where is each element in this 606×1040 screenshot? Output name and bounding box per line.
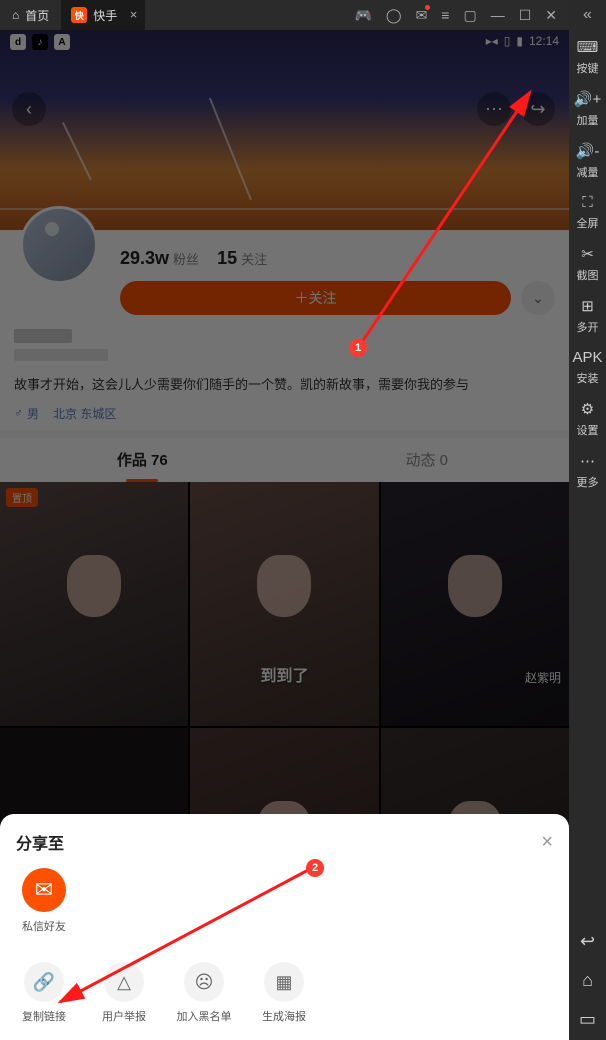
dots-icon: ⋯: [580, 452, 595, 470]
expand-button[interactable]: ⌄: [521, 281, 555, 315]
profile-stats: 29.3w 粉丝 15 关注: [120, 244, 555, 269]
side-fullscreen[interactable]: ⛶全屏: [569, 186, 606, 237]
side-vol-down[interactable]: 🔊-减量: [569, 134, 606, 186]
grid-icon: ▦: [264, 962, 304, 1002]
profile-card: 29.3w 粉丝 15 关注 ＋关注 ⌄ 故事才开始，这会儿人少需要你们随手的一个赞…: [0, 230, 569, 430]
fullscreen-icon: ⛶: [582, 194, 593, 211]
battery-icon: ▮: [516, 34, 523, 48]
share-poster[interactable]: ▦ 生成海报: [256, 962, 312, 1024]
video-cell[interactable]: 置顶: [0, 482, 188, 726]
video-caption: 到到了: [260, 662, 308, 686]
profile-cover: [0, 30, 569, 230]
sheet-close-icon[interactable]: ×: [541, 831, 553, 854]
user-icon[interactable]: ◯: [386, 7, 402, 24]
follow-button[interactable]: ＋关注: [120, 281, 511, 315]
pin-badge: 置顶: [6, 488, 38, 507]
skull-icon: ☹: [184, 962, 224, 1002]
video-cell[interactable]: 赵紫明: [381, 482, 569, 726]
signal-icon: ▯: [504, 34, 511, 48]
home-icon: ⌂: [12, 8, 19, 22]
side-vol-up[interactable]: 🔊+加量: [569, 82, 606, 134]
apk-icon: APK: [572, 349, 602, 366]
phone-statusbar: ▸◂ ▯ ▮ 12:14: [0, 30, 569, 52]
username-placeholder: [14, 329, 555, 361]
nav-recent-icon[interactable]: ▭: [579, 1009, 596, 1030]
side-settings[interactable]: ⚙设置: [569, 392, 606, 444]
close-window-icon[interactable]: ✕: [545, 7, 557, 24]
tab-kuaishou[interactable]: 快 快手 ×: [61, 0, 145, 30]
emulator-sidebar: « ⌨按键 🔊+加量 🔊-减量 ⛶全屏 ✂截图 ⊞多开 APK安装 ⚙设置 ⋯更…: [569, 0, 606, 1040]
video-caption: 赵紫明: [525, 669, 561, 686]
warn-icon: △: [104, 962, 144, 1002]
avatar[interactable]: [20, 206, 98, 284]
emulator-titlebar: ⌂ 首页 快 快手 × 🎮 ◯ ✉ ≡ ▢ ― ☐ ✕: [0, 0, 569, 30]
multi-icon: ⊞: [581, 297, 594, 315]
minimize-icon[interactable]: ―: [491, 7, 505, 23]
kuaishou-icon: 快: [71, 7, 87, 23]
side-install[interactable]: APK安装: [569, 341, 606, 392]
profile-bio: 故事才开始，这会儿人少需要你们随手的一个赞。凯的新故事，需要你我的参与: [14, 375, 555, 395]
wifi-icon: ▸◂: [486, 34, 498, 48]
fans-label: 粉丝: [173, 252, 199, 267]
back-button[interactable]: ‹: [12, 92, 46, 126]
sheet-title: 分享至: [16, 830, 64, 854]
menu-icon[interactable]: ≡: [441, 7, 449, 23]
chat-icon: ✉: [22, 868, 66, 912]
close-tab-icon[interactable]: ×: [130, 7, 138, 22]
mail-icon[interactable]: ✉: [416, 7, 428, 24]
gear-icon: ⚙: [581, 400, 594, 418]
more-button[interactable]: ⋯: [477, 92, 511, 126]
share-report[interactable]: △ 用户举报: [96, 962, 152, 1024]
collapse-sidebar-icon[interactable]: «: [569, 0, 606, 30]
share-button[interactable]: ↪: [521, 92, 555, 126]
share-blacklist[interactable]: ☹ 加入黑名单: [176, 962, 232, 1024]
keyboard-icon: ⌨: [577, 38, 599, 56]
tab-home[interactable]: ⌂ 首页: [0, 0, 61, 30]
window-icon[interactable]: ▢: [463, 7, 476, 24]
maximize-icon[interactable]: ☐: [519, 7, 532, 24]
fans-count: 29.3w: [120, 248, 169, 268]
volume-down-icon: 🔊-: [576, 142, 600, 160]
profile-tabs: 作品 76 动态 0: [0, 438, 569, 482]
status-time: 12:14: [529, 34, 559, 48]
nav-back-icon[interactable]: ↩: [580, 931, 595, 952]
volume-up-icon: 🔊+: [574, 90, 601, 108]
side-keys[interactable]: ⌨按键: [569, 30, 606, 82]
gender-tag: ♂男: [14, 405, 39, 422]
location-tag: 北京 东城区: [53, 405, 116, 422]
male-icon: ♂: [14, 406, 23, 420]
follow-count: 15: [217, 248, 237, 268]
nav-home-icon[interactable]: ⌂: [582, 970, 593, 991]
follow-label: 关注: [241, 252, 267, 267]
link-icon: 🔗: [24, 962, 64, 1002]
video-cell[interactable]: 到到了: [190, 482, 378, 726]
side-snip[interactable]: ✂截图: [569, 237, 606, 289]
tab-home-label: 首页: [25, 7, 49, 24]
side-more[interactable]: ⋯更多: [569, 444, 606, 496]
tab-app-label: 快手: [93, 7, 117, 24]
share-copy-link[interactable]: 🔗 复制链接: [16, 962, 72, 1024]
gamepad-icon[interactable]: 🎮: [354, 7, 371, 24]
scissors-icon: ✂: [581, 245, 594, 263]
share-friend[interactable]: ✉ 私信好友: [16, 868, 72, 934]
tab-moments[interactable]: 动态 0: [285, 438, 570, 482]
side-multi[interactable]: ⊞多开: [569, 289, 606, 341]
share-sheet: 分享至 × ✉ 私信好友 🔗 复制链接 △ 用户举报 ☹: [0, 814, 569, 1040]
tab-works[interactable]: 作品 76: [0, 438, 285, 482]
